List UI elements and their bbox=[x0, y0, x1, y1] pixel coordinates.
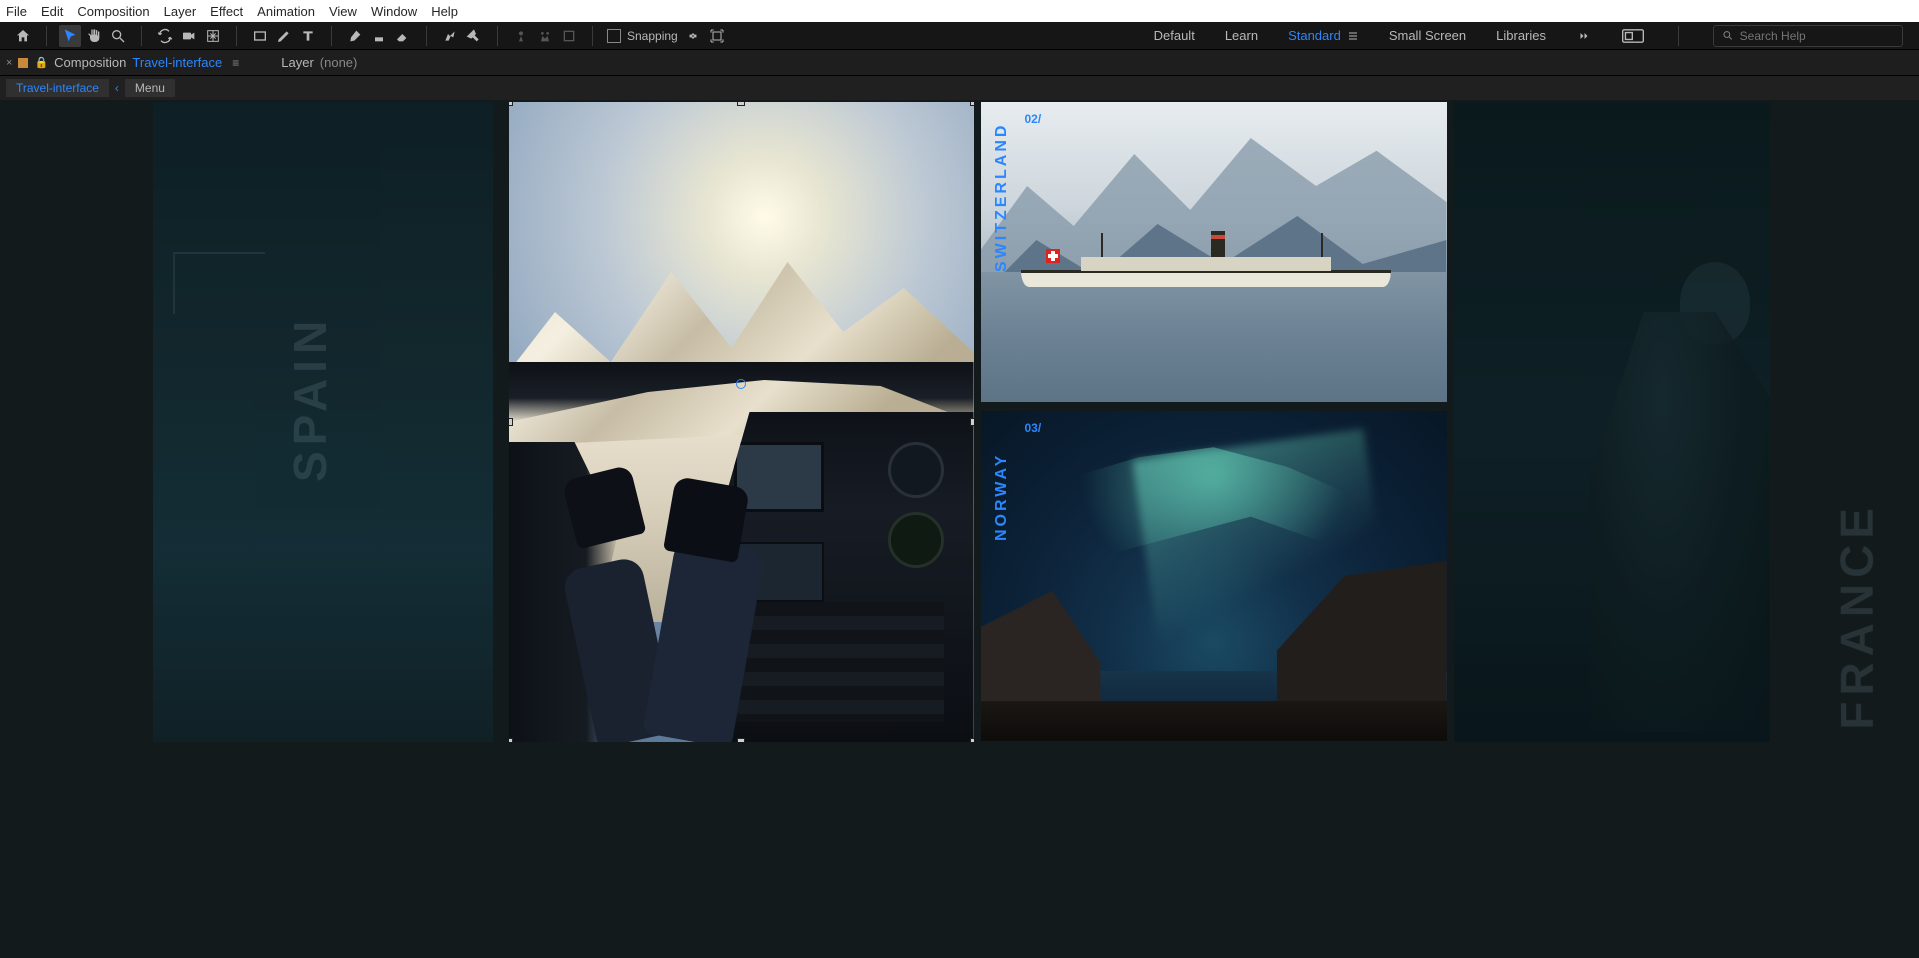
snap-collapse-icon[interactable] bbox=[684, 27, 702, 45]
world-axis-mode[interactable] bbox=[534, 25, 556, 47]
menu-edit[interactable]: Edit bbox=[41, 4, 63, 19]
workspace-libraries[interactable]: Libraries bbox=[1496, 28, 1546, 43]
composition-prefix: Composition bbox=[54, 55, 126, 70]
france-label: FRANCE bbox=[1830, 502, 1884, 730]
composition-flowchart: Travel-interface ‹ Menu bbox=[0, 76, 1919, 100]
clone-stamp-tool[interactable] bbox=[368, 25, 390, 47]
menu-window[interactable]: Window bbox=[371, 4, 417, 19]
transform-handle-mr[interactable] bbox=[970, 418, 974, 426]
transform-handle-tr[interactable] bbox=[970, 102, 974, 106]
separator bbox=[141, 26, 142, 46]
roto-brush-tool[interactable] bbox=[439, 25, 461, 47]
layer-value: (none) bbox=[320, 55, 358, 70]
pen-tool[interactable] bbox=[273, 25, 295, 47]
sync-settings-icon[interactable] bbox=[1622, 29, 1644, 43]
brush-tool[interactable] bbox=[344, 25, 366, 47]
eraser-tool[interactable] bbox=[392, 25, 414, 47]
menu-file[interactable]: File bbox=[6, 4, 27, 19]
menu-view[interactable]: View bbox=[329, 4, 357, 19]
card-norway[interactable]: NORWAY 03/ bbox=[981, 411, 1447, 741]
workspace-overflow-icon[interactable] bbox=[1576, 30, 1592, 42]
hand-tool[interactable] bbox=[83, 25, 105, 47]
snapping-label: Snapping bbox=[627, 29, 678, 43]
transform-handle-tc[interactable] bbox=[737, 102, 745, 106]
transform-handle-tl[interactable] bbox=[509, 102, 513, 106]
rectangle-tool[interactable] bbox=[249, 25, 271, 47]
ch-steamboat bbox=[1021, 247, 1391, 287]
tool-bar: Snapping Default Learn Standard Small Sc… bbox=[0, 22, 1919, 50]
transform-handle-ml[interactable] bbox=[509, 418, 513, 426]
zoom-tool[interactable] bbox=[107, 25, 129, 47]
local-axis-mode[interactable] bbox=[510, 25, 532, 47]
flowchart-item-travel-interface[interactable]: Travel-interface bbox=[6, 79, 109, 97]
layer-anchor-point[interactable] bbox=[736, 379, 746, 389]
workspace-standard[interactable]: Standard bbox=[1288, 28, 1341, 43]
separator bbox=[331, 26, 332, 46]
separator bbox=[236, 26, 237, 46]
search-help-input[interactable] bbox=[1740, 29, 1894, 43]
workspace-learn[interactable]: Learn bbox=[1225, 28, 1258, 43]
no-shore bbox=[981, 701, 1447, 741]
search-icon bbox=[1722, 29, 1734, 42]
composition-canvas[interactable]: SPAIN bbox=[160, 100, 1760, 958]
lock-icon[interactable]: 🔒 bbox=[34, 56, 48, 69]
search-help[interactable] bbox=[1713, 25, 1903, 47]
menu-layer[interactable]: Layer bbox=[164, 4, 197, 19]
chevron-left-icon: ‹ bbox=[115, 81, 119, 95]
puppet-pin-tool[interactable] bbox=[463, 25, 485, 47]
menu-composition[interactable]: Composition bbox=[77, 4, 149, 19]
composition-name[interactable]: Travel-interface bbox=[132, 55, 222, 70]
workspace-menu-icon[interactable] bbox=[1347, 30, 1359, 42]
card-spain-dim[interactable]: SPAIN bbox=[153, 102, 493, 742]
separator bbox=[46, 26, 47, 46]
separator bbox=[592, 26, 593, 46]
transform-handle-bc[interactable] bbox=[737, 738, 745, 742]
home-button[interactable] bbox=[12, 25, 34, 47]
layer-prefix: Layer bbox=[281, 55, 314, 70]
snap-bbox-icon[interactable] bbox=[708, 27, 726, 45]
selection-tool[interactable] bbox=[59, 25, 81, 47]
transform-handle-bl[interactable] bbox=[509, 738, 513, 742]
snapping-checkbox[interactable] bbox=[607, 29, 621, 43]
norway-label: NORWAY bbox=[993, 453, 1011, 541]
switzerland-label: SWITZERLAND bbox=[993, 123, 1011, 272]
type-tool[interactable] bbox=[297, 25, 319, 47]
separator bbox=[426, 26, 427, 46]
composition-viewer[interactable]: SPAIN bbox=[0, 100, 1919, 958]
separator bbox=[497, 26, 498, 46]
close-tab-icon[interactable]: × bbox=[6, 57, 12, 69]
menu-help[interactable]: Help bbox=[431, 4, 458, 19]
main-cockpit bbox=[509, 362, 974, 742]
spain-label: SPAIN bbox=[283, 315, 337, 482]
menu-effect[interactable]: Effect bbox=[210, 4, 243, 19]
panel-tabs: × 🔒 Composition Travel-interface ≡ Layer… bbox=[0, 50, 1919, 76]
workspace-small-screen[interactable]: Small Screen bbox=[1389, 28, 1466, 43]
pan-behind-tool[interactable] bbox=[202, 25, 224, 47]
layer-panel-tab[interactable]: Layer (none) bbox=[281, 55, 357, 70]
card-main-selected[interactable] bbox=[509, 102, 974, 742]
transform-handle-br[interactable] bbox=[970, 738, 974, 742]
flowchart-item-menu[interactable]: Menu bbox=[125, 79, 175, 97]
ch-lake bbox=[981, 272, 1447, 402]
norway-index: 03/ bbox=[1025, 421, 1042, 435]
composition-color-swatch bbox=[18, 58, 28, 68]
workspace-default[interactable]: Default bbox=[1154, 28, 1195, 43]
menu-bar: File Edit Composition Layer Effect Anima… bbox=[0, 0, 1919, 22]
orbit-tool[interactable] bbox=[154, 25, 176, 47]
camera-tool[interactable] bbox=[178, 25, 200, 47]
view-axis-mode[interactable] bbox=[558, 25, 580, 47]
separator bbox=[1678, 26, 1679, 46]
panel-menu-icon[interactable]: ≡ bbox=[232, 56, 239, 70]
menu-animation[interactable]: Animation bbox=[257, 4, 315, 19]
card-france-dim[interactable]: FRANCE bbox=[1454, 102, 1770, 742]
composition-panel-tab[interactable]: × 🔒 Composition Travel-interface ≡ bbox=[6, 55, 239, 70]
snapping-group: Snapping bbox=[601, 27, 732, 45]
france-figure bbox=[1590, 312, 1770, 732]
switzerland-index: 02/ bbox=[1025, 112, 1042, 126]
card-switzerland[interactable]: SWITZERLAND 02/ bbox=[981, 102, 1447, 402]
